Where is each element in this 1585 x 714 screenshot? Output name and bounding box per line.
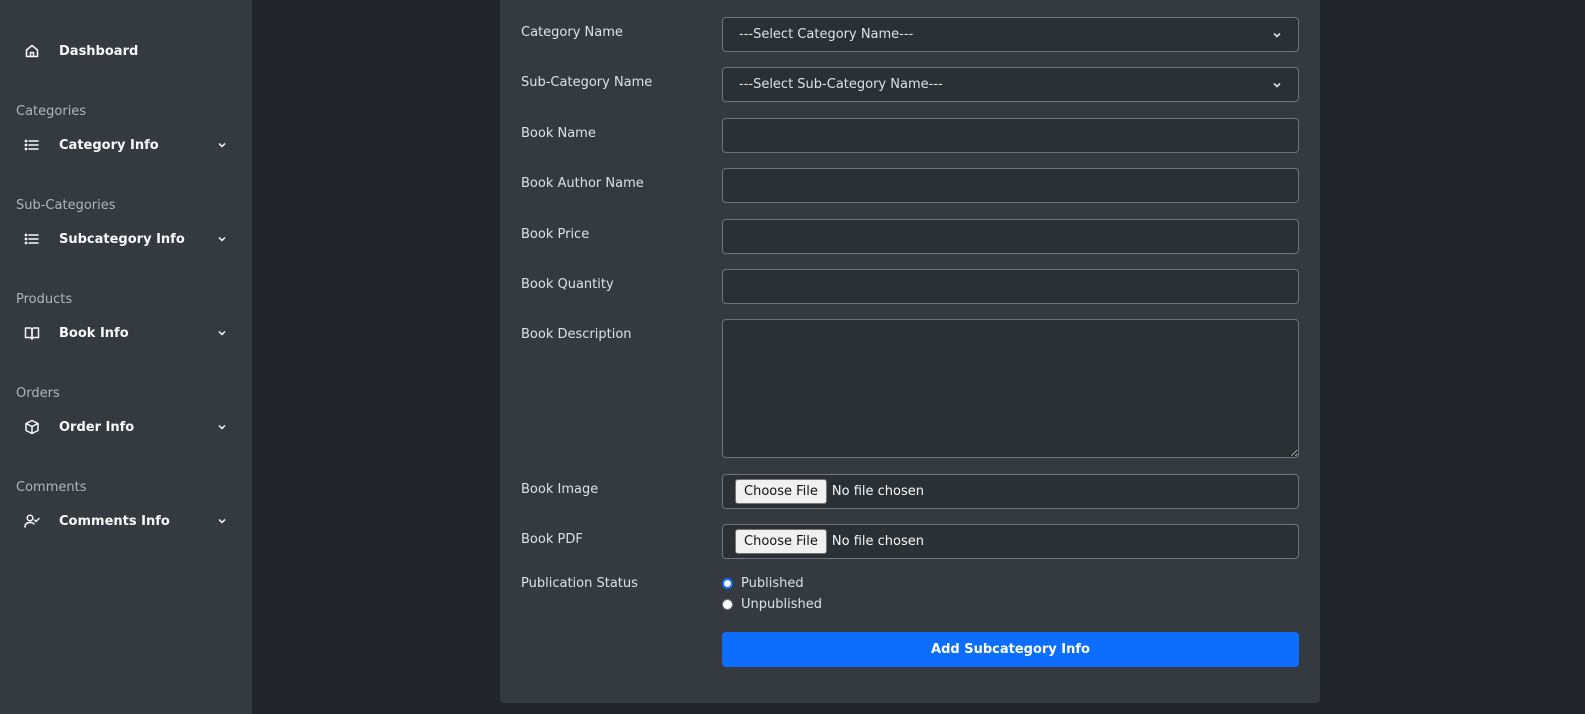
book-pdf-label: Book PDF	[521, 532, 583, 547]
chevron-down-icon	[218, 424, 226, 430]
book-description-textarea[interactable]	[722, 319, 1299, 458]
section-heading-comments: Comments	[16, 480, 87, 495]
book-author-name-input[interactable]	[722, 168, 1299, 203]
chevron-down-icon	[1273, 32, 1281, 38]
chevron-down-icon	[218, 518, 226, 524]
sidebar-item-label: Book Info	[59, 325, 129, 341]
book-name-label: Book Name	[521, 126, 596, 141]
subcategory-select-value: ---Select Sub-Category Name---	[739, 77, 943, 92]
sidebar: Dashboard Categories Category Info Sub-C…	[0, 0, 252, 714]
section-heading-categories: Categories	[16, 104, 87, 119]
file-status-text: No file chosen	[831, 484, 924, 499]
sidebar-item-label: Comments Info	[59, 513, 170, 529]
chevron-down-icon	[218, 236, 226, 242]
sidebar-item-category-info[interactable]: Category Info	[0, 128, 252, 162]
category-select[interactable]: ---Select Category Name---	[722, 17, 1299, 52]
book-image-label: Book Image	[521, 482, 599, 497]
publication-status-label: Publication Status	[521, 576, 638, 591]
book-quantity-input[interactable]	[722, 269, 1299, 304]
sidebar-item-order-info[interactable]: Order Info	[0, 410, 252, 444]
published-radio-label: Published	[741, 576, 804, 591]
book-price-input[interactable]	[722, 219, 1299, 254]
book-author-name-label: Book Author Name	[521, 176, 644, 191]
user-check-icon	[24, 513, 40, 529]
sidebar-item-label: Category Info	[59, 137, 159, 153]
book-pdf-file-input[interactable]: Choose File No file chosen	[722, 524, 1299, 559]
book-description-label: Book Description	[521, 327, 632, 342]
sidebar-item-book-info[interactable]: Book Info	[0, 316, 252, 350]
box-icon	[24, 419, 40, 435]
book-name-input[interactable]	[722, 118, 1299, 153]
sidebar-item-label: Order Info	[59, 419, 135, 435]
subcategory-name-label: Sub-Category Name	[521, 75, 653, 90]
published-radio[interactable]	[722, 578, 733, 589]
sidebar-item-dashboard[interactable]: Dashboard	[0, 34, 252, 68]
category-select-value: ---Select Category Name---	[739, 27, 914, 42]
book-open-icon	[24, 325, 40, 341]
file-status-text: No file chosen	[831, 534, 924, 549]
home-icon	[24, 43, 40, 59]
section-heading-orders: Orders	[16, 386, 60, 401]
published-radio-option[interactable]: Published	[722, 576, 804, 591]
chevron-down-icon	[218, 142, 226, 148]
book-form-card: Category Name ---Select Category Name---…	[500, 0, 1320, 703]
list-icon	[24, 137, 40, 153]
book-image-file-input[interactable]: Choose File No file chosen	[722, 474, 1299, 509]
sidebar-item-label: Subcategory Info	[59, 231, 185, 247]
unpublished-radio[interactable]	[722, 599, 733, 610]
chevron-down-icon	[1273, 82, 1281, 88]
category-name-label: Category Name	[521, 25, 623, 40]
sidebar-item-subcategory-info[interactable]: Subcategory Info	[0, 222, 252, 256]
book-quantity-label: Book Quantity	[521, 277, 614, 292]
sidebar-item-comments-info[interactable]: Comments Info	[0, 504, 252, 538]
unpublished-radio-option[interactable]: Unpublished	[722, 597, 822, 612]
section-heading-products: Products	[16, 292, 73, 307]
add-subcategory-info-button[interactable]: Add Subcategory Info	[722, 632, 1299, 667]
subcategory-select[interactable]: ---Select Sub-Category Name---	[722, 67, 1299, 102]
choose-file-button[interactable]: Choose File	[735, 529, 827, 554]
choose-file-button[interactable]: Choose File	[735, 479, 827, 504]
list-icon	[24, 231, 40, 247]
sidebar-item-label: Dashboard	[59, 43, 139, 59]
section-heading-sub-categories: Sub-Categories	[16, 198, 116, 213]
book-price-label: Book Price	[521, 227, 590, 242]
chevron-down-icon	[218, 330, 226, 336]
unpublished-radio-label: Unpublished	[741, 597, 822, 612]
